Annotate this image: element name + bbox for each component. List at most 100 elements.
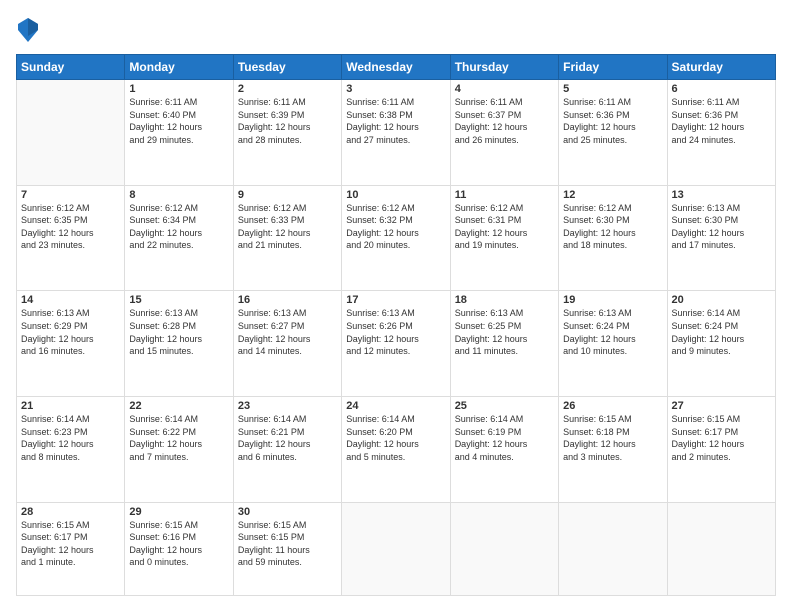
- day-cell: 5Sunrise: 6:11 AM Sunset: 6:36 PM Daylig…: [559, 80, 667, 186]
- day-info: Sunrise: 6:12 AM Sunset: 6:33 PM Dayligh…: [238, 202, 337, 252]
- week-row-3: 21Sunrise: 6:14 AM Sunset: 6:23 PM Dayli…: [17, 397, 776, 503]
- day-number: 25: [455, 400, 554, 412]
- day-number: 1: [129, 83, 228, 95]
- day-cell: 15Sunrise: 6:13 AM Sunset: 6:28 PM Dayli…: [125, 291, 233, 397]
- day-number: 15: [129, 294, 228, 306]
- day-cell: 30Sunrise: 6:15 AM Sunset: 6:15 PM Dayli…: [233, 502, 341, 595]
- day-cell: 22Sunrise: 6:14 AM Sunset: 6:22 PM Dayli…: [125, 397, 233, 503]
- day-info: Sunrise: 6:12 AM Sunset: 6:30 PM Dayligh…: [563, 202, 662, 252]
- day-cell: 21Sunrise: 6:14 AM Sunset: 6:23 PM Dayli…: [17, 397, 125, 503]
- day-info: Sunrise: 6:13 AM Sunset: 6:24 PM Dayligh…: [563, 307, 662, 357]
- day-info: Sunrise: 6:13 AM Sunset: 6:30 PM Dayligh…: [672, 202, 771, 252]
- day-number: 4: [455, 83, 554, 95]
- day-cell: 8Sunrise: 6:12 AM Sunset: 6:34 PM Daylig…: [125, 185, 233, 291]
- day-cell: 12Sunrise: 6:12 AM Sunset: 6:30 PM Dayli…: [559, 185, 667, 291]
- day-info: Sunrise: 6:13 AM Sunset: 6:27 PM Dayligh…: [238, 307, 337, 357]
- day-number: 23: [238, 400, 337, 412]
- day-number: 22: [129, 400, 228, 412]
- day-cell: 18Sunrise: 6:13 AM Sunset: 6:25 PM Dayli…: [450, 291, 558, 397]
- day-cell: 2Sunrise: 6:11 AM Sunset: 6:39 PM Daylig…: [233, 80, 341, 186]
- day-number: 28: [21, 506, 120, 518]
- day-info: Sunrise: 6:15 AM Sunset: 6:18 PM Dayligh…: [563, 413, 662, 463]
- weekday-header-row: SundayMondayTuesdayWednesdayThursdayFrid…: [17, 55, 776, 80]
- day-number: 2: [238, 83, 337, 95]
- weekday-friday: Friday: [559, 55, 667, 80]
- day-number: 27: [672, 400, 771, 412]
- day-number: 8: [129, 189, 228, 201]
- day-number: 14: [21, 294, 120, 306]
- day-cell: 1Sunrise: 6:11 AM Sunset: 6:40 PM Daylig…: [125, 80, 233, 186]
- day-cell: 4Sunrise: 6:11 AM Sunset: 6:37 PM Daylig…: [450, 80, 558, 186]
- day-info: Sunrise: 6:12 AM Sunset: 6:34 PM Dayligh…: [129, 202, 228, 252]
- day-cell: 20Sunrise: 6:14 AM Sunset: 6:24 PM Dayli…: [667, 291, 775, 397]
- week-row-4: 28Sunrise: 6:15 AM Sunset: 6:17 PM Dayli…: [17, 502, 776, 595]
- day-number: 5: [563, 83, 662, 95]
- day-cell: 28Sunrise: 6:15 AM Sunset: 6:17 PM Dayli…: [17, 502, 125, 595]
- day-info: Sunrise: 6:11 AM Sunset: 6:37 PM Dayligh…: [455, 96, 554, 146]
- day-info: Sunrise: 6:13 AM Sunset: 6:28 PM Dayligh…: [129, 307, 228, 357]
- weekday-tuesday: Tuesday: [233, 55, 341, 80]
- day-info: Sunrise: 6:15 AM Sunset: 6:16 PM Dayligh…: [129, 519, 228, 569]
- day-cell: 29Sunrise: 6:15 AM Sunset: 6:16 PM Dayli…: [125, 502, 233, 595]
- day-cell: 27Sunrise: 6:15 AM Sunset: 6:17 PM Dayli…: [667, 397, 775, 503]
- week-row-2: 14Sunrise: 6:13 AM Sunset: 6:29 PM Dayli…: [17, 291, 776, 397]
- day-cell: 9Sunrise: 6:12 AM Sunset: 6:33 PM Daylig…: [233, 185, 341, 291]
- header: [16, 16, 776, 44]
- day-info: Sunrise: 6:15 AM Sunset: 6:17 PM Dayligh…: [21, 519, 120, 569]
- day-cell: [559, 502, 667, 595]
- day-cell: 6Sunrise: 6:11 AM Sunset: 6:36 PM Daylig…: [667, 80, 775, 186]
- day-cell: 11Sunrise: 6:12 AM Sunset: 6:31 PM Dayli…: [450, 185, 558, 291]
- day-cell: 25Sunrise: 6:14 AM Sunset: 6:19 PM Dayli…: [450, 397, 558, 503]
- day-info: Sunrise: 6:12 AM Sunset: 6:35 PM Dayligh…: [21, 202, 120, 252]
- day-number: 24: [346, 400, 445, 412]
- day-info: Sunrise: 6:15 AM Sunset: 6:15 PM Dayligh…: [238, 519, 337, 569]
- page: SundayMondayTuesdayWednesdayThursdayFrid…: [0, 0, 792, 612]
- day-number: 7: [21, 189, 120, 201]
- day-info: Sunrise: 6:14 AM Sunset: 6:24 PM Dayligh…: [672, 307, 771, 357]
- day-cell: 24Sunrise: 6:14 AM Sunset: 6:20 PM Dayli…: [342, 397, 450, 503]
- day-number: 6: [672, 83, 771, 95]
- day-info: Sunrise: 6:11 AM Sunset: 6:36 PM Dayligh…: [563, 96, 662, 146]
- day-cell: [667, 502, 775, 595]
- day-info: Sunrise: 6:11 AM Sunset: 6:36 PM Dayligh…: [672, 96, 771, 146]
- day-number: 11: [455, 189, 554, 201]
- day-info: Sunrise: 6:14 AM Sunset: 6:20 PM Dayligh…: [346, 413, 445, 463]
- day-info: Sunrise: 6:13 AM Sunset: 6:25 PM Dayligh…: [455, 307, 554, 357]
- day-number: 29: [129, 506, 228, 518]
- day-cell: 26Sunrise: 6:15 AM Sunset: 6:18 PM Dayli…: [559, 397, 667, 503]
- day-number: 20: [672, 294, 771, 306]
- week-row-1: 7Sunrise: 6:12 AM Sunset: 6:35 PM Daylig…: [17, 185, 776, 291]
- day-info: Sunrise: 6:11 AM Sunset: 6:39 PM Dayligh…: [238, 96, 337, 146]
- day-cell: 13Sunrise: 6:13 AM Sunset: 6:30 PM Dayli…: [667, 185, 775, 291]
- day-cell: [450, 502, 558, 595]
- day-info: Sunrise: 6:12 AM Sunset: 6:31 PM Dayligh…: [455, 202, 554, 252]
- day-info: Sunrise: 6:12 AM Sunset: 6:32 PM Dayligh…: [346, 202, 445, 252]
- day-info: Sunrise: 6:13 AM Sunset: 6:29 PM Dayligh…: [21, 307, 120, 357]
- day-number: 3: [346, 83, 445, 95]
- day-cell: 16Sunrise: 6:13 AM Sunset: 6:27 PM Dayli…: [233, 291, 341, 397]
- day-number: 16: [238, 294, 337, 306]
- day-info: Sunrise: 6:14 AM Sunset: 6:21 PM Dayligh…: [238, 413, 337, 463]
- day-info: Sunrise: 6:14 AM Sunset: 6:19 PM Dayligh…: [455, 413, 554, 463]
- weekday-thursday: Thursday: [450, 55, 558, 80]
- day-number: 21: [21, 400, 120, 412]
- day-cell: 7Sunrise: 6:12 AM Sunset: 6:35 PM Daylig…: [17, 185, 125, 291]
- day-info: Sunrise: 6:14 AM Sunset: 6:23 PM Dayligh…: [21, 413, 120, 463]
- day-cell: 23Sunrise: 6:14 AM Sunset: 6:21 PM Dayli…: [233, 397, 341, 503]
- day-cell: [342, 502, 450, 595]
- day-info: Sunrise: 6:14 AM Sunset: 6:22 PM Dayligh…: [129, 413, 228, 463]
- day-info: Sunrise: 6:15 AM Sunset: 6:17 PM Dayligh…: [672, 413, 771, 463]
- day-cell: 10Sunrise: 6:12 AM Sunset: 6:32 PM Dayli…: [342, 185, 450, 291]
- day-number: 18: [455, 294, 554, 306]
- weekday-wednesday: Wednesday: [342, 55, 450, 80]
- day-cell: 3Sunrise: 6:11 AM Sunset: 6:38 PM Daylig…: [342, 80, 450, 186]
- logo-icon: [16, 16, 40, 44]
- day-number: 13: [672, 189, 771, 201]
- calendar-table: SundayMondayTuesdayWednesdayThursdayFrid…: [16, 54, 776, 596]
- day-cell: 17Sunrise: 6:13 AM Sunset: 6:26 PM Dayli…: [342, 291, 450, 397]
- day-number: 26: [563, 400, 662, 412]
- day-cell: [17, 80, 125, 186]
- week-row-0: 1Sunrise: 6:11 AM Sunset: 6:40 PM Daylig…: [17, 80, 776, 186]
- day-number: 12: [563, 189, 662, 201]
- day-number: 30: [238, 506, 337, 518]
